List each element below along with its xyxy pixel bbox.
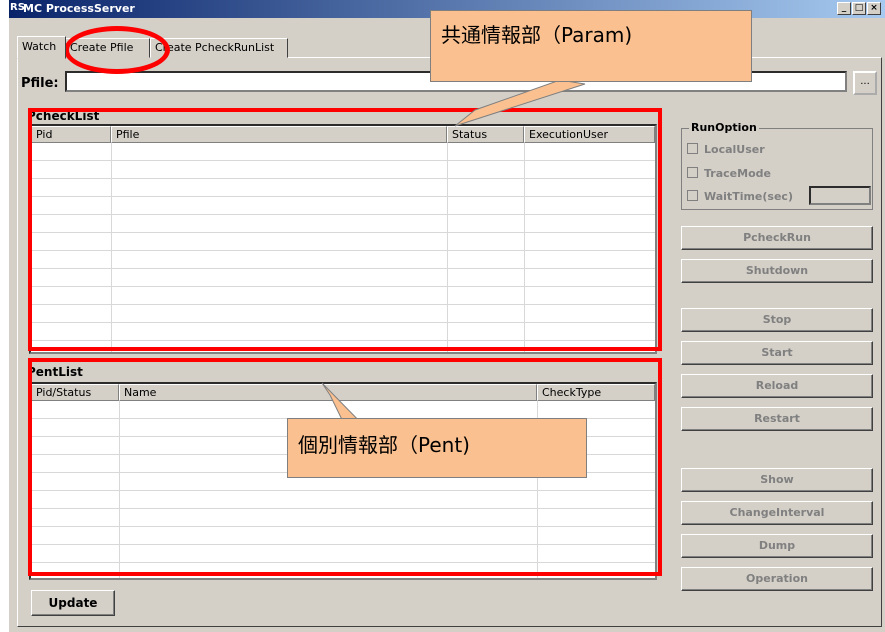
param-callout: 共通情報部（Param)	[430, 10, 752, 82]
pent-callout-text: 個別情報部（Pent)	[298, 433, 470, 457]
checkbox-box-icon	[687, 167, 698, 178]
changeinterval-button[interactable]: ChangeInterval	[681, 501, 873, 525]
localuser-label: LocalUser	[704, 143, 765, 156]
operation-button[interactable]: Operation	[681, 567, 873, 591]
dump-button[interactable]: Dump	[681, 534, 873, 558]
maximize-button[interactable]: □	[852, 2, 866, 15]
checkbox-box-icon	[687, 190, 698, 201]
waittime-input[interactable]	[809, 186, 871, 205]
runoption-title: RunOption	[689, 121, 759, 134]
tracemode-label: TraceMode	[704, 167, 771, 180]
param-callout-text: 共通情報部（Param)	[441, 23, 633, 47]
pent-callout: 個別情報部（Pent)	[287, 418, 587, 478]
tab-watch[interactable]: Watch	[17, 36, 66, 59]
checkbox-box-icon	[687, 143, 698, 154]
show-button[interactable]: Show	[681, 468, 873, 492]
waittime-label: WaitTime(sec)	[704, 190, 793, 203]
reload-button[interactable]: Reload	[681, 374, 873, 398]
create-pfile-highlight	[64, 26, 170, 74]
localuser-checkbox[interactable]: LocalUser	[687, 143, 765, 156]
pfile-label: Pfile:	[21, 76, 59, 91]
restart-button[interactable]: Restart	[681, 407, 873, 431]
start-button[interactable]: Start	[681, 341, 873, 365]
tab-create-pcheckrunlist[interactable]: Create PcheckRunList	[150, 38, 288, 58]
update-button[interactable]: Update	[31, 590, 115, 616]
pchecklist-highlight	[28, 108, 662, 351]
pcheckrun-button[interactable]: PcheckRun	[681, 226, 873, 250]
browse-button[interactable]: ...	[853, 71, 877, 95]
waittime-checkbox[interactable]: WaitTime(sec)	[687, 190, 793, 203]
close-button[interactable]: ×	[867, 2, 881, 15]
stop-button[interactable]: Stop	[681, 308, 873, 332]
shutdown-button[interactable]: Shutdown	[681, 259, 873, 283]
window-title: MC ProcessServer	[23, 2, 135, 15]
minimize-button[interactable]: _	[837, 2, 851, 15]
tracemode-checkbox[interactable]: TraceMode	[687, 167, 771, 180]
